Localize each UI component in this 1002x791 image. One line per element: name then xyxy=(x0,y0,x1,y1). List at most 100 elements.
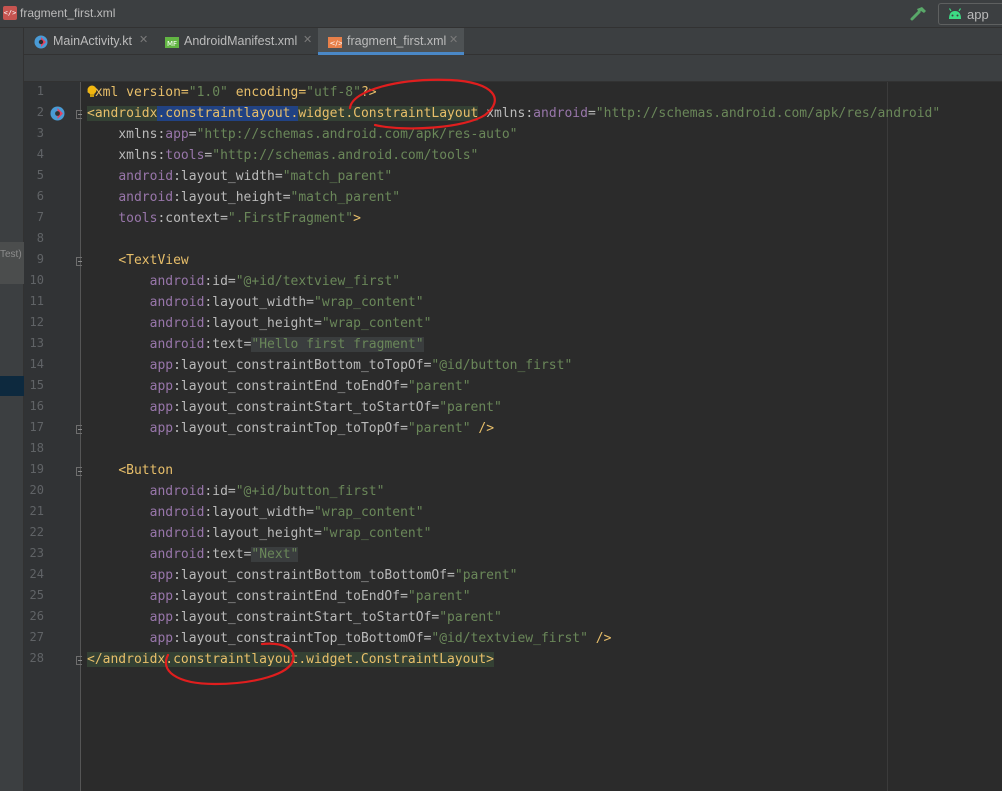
code-token: </androidx.constraintlayout.widget.Const… xyxy=(87,652,494,667)
svg-text:</>: </> xyxy=(330,40,343,48)
code-token: "match_parent" xyxy=(282,169,393,184)
kotlin-gutter-icon[interactable] xyxy=(50,106,65,121)
code-editor[interactable]: <xml version="1.0" encoding="utf-8"?> <a… xyxy=(82,82,1002,791)
code-token: < xyxy=(87,106,95,121)
code-token: > xyxy=(353,211,361,226)
code-token: "1.0" xyxy=(188,85,228,100)
code-token: encoding= xyxy=(227,85,307,100)
code-token: android xyxy=(149,316,205,331)
code-token: :layout_height xyxy=(204,316,314,331)
tab-mainactivity[interactable]: MainActivity.kt ✕ xyxy=(24,28,154,55)
code-token: = xyxy=(274,169,283,184)
code-line-5: android:layout_width="match_parent" xyxy=(87,166,392,187)
code-token: :layout_constraintEnd_toEndOf xyxy=(173,589,401,604)
code-line-12: android:layout_height="wrap_content" xyxy=(87,313,432,334)
code-token: ".FirstFragment" xyxy=(227,211,354,226)
code-token: :layout_height xyxy=(173,190,283,205)
code-token: "parent" xyxy=(407,589,471,604)
code-line-16: app:layout_constraintStart_toStartOf="pa… xyxy=(87,397,502,418)
strip-selected-row[interactable] xyxy=(0,376,24,396)
code-token: = xyxy=(227,274,236,289)
code-token: = xyxy=(220,211,228,226)
line-number: 24 xyxy=(29,567,44,581)
code-token: = xyxy=(188,127,197,142)
code-token: "parent" xyxy=(454,568,518,583)
close-icon[interactable]: ✕ xyxy=(303,33,312,46)
kotlin-file-icon xyxy=(34,35,48,49)
code-token: <TextView xyxy=(118,253,189,268)
code-token: /> xyxy=(587,631,612,646)
code-token: app xyxy=(149,379,174,394)
code-line-27: app:layout_constraintTop_toBottomOf="@id… xyxy=(87,628,612,649)
line-number: 26 xyxy=(29,609,44,623)
code-token: app xyxy=(165,127,189,142)
window-title: fragment_first.xml xyxy=(20,6,116,20)
code-token: <Button xyxy=(118,463,174,478)
code-token: :layout_constraintTop_toBottomOf xyxy=(173,631,424,646)
right-margin-guide xyxy=(887,82,888,791)
line-number: 3 xyxy=(36,126,44,140)
tab-androidmanifest[interactable]: MF AndroidManifest.xml ✕ xyxy=(155,28,317,55)
code-token: :layout_constraintBottom_toTopOf xyxy=(173,358,424,373)
line-number: 5 xyxy=(36,168,44,182)
code-token: tools xyxy=(165,148,205,163)
line-number: 14 xyxy=(29,357,44,371)
line-number: 1 xyxy=(36,84,44,98)
strip-partial-label[interactable]: Test) xyxy=(0,242,24,284)
code-token: = xyxy=(400,379,408,394)
run-configuration-dropdown[interactable]: app xyxy=(938,3,1002,25)
close-icon[interactable]: ✕ xyxy=(449,33,458,46)
code-token: = xyxy=(306,505,314,520)
code-line-2: <androidx.constraintlayout.widget.Constr… xyxy=(87,103,940,124)
code-token: = xyxy=(306,295,314,310)
code-line-17: app:layout_constraintTop_toTopOf="parent… xyxy=(87,418,494,439)
hammer-icon[interactable] xyxy=(909,4,929,24)
code-token: :layout_constraintStart_toStartOf xyxy=(173,610,432,625)
code-token: xmlns: xyxy=(118,127,166,142)
code-token: "parent" xyxy=(407,421,471,436)
line-number: 12 xyxy=(29,315,44,329)
code-token: :layout_width xyxy=(173,169,275,184)
code-token: :layout_height xyxy=(204,526,314,541)
code-token: app xyxy=(149,631,174,646)
code-token: :layout_constraintTop_toTopOf xyxy=(173,421,401,436)
code-token: "wrap_content" xyxy=(314,295,424,310)
tab-label: fragment_first.xml xyxy=(347,34,447,48)
code-line-7: tools:context=".FirstFragment"> xyxy=(87,208,361,229)
code-token: android xyxy=(149,547,205,562)
tab-label: MainActivity.kt xyxy=(53,34,132,48)
code-token: android xyxy=(118,169,174,184)
code-token: "match_parent" xyxy=(290,190,401,205)
code-token: = xyxy=(400,589,408,604)
code-token: . xyxy=(345,106,354,121)
tab-fragment-first[interactable]: </> fragment_first.xml ✕ xyxy=(318,28,464,55)
line-number: 10 xyxy=(29,273,44,287)
code-token: = xyxy=(447,568,455,583)
code-line-21: android:layout_width="wrap_content" xyxy=(87,502,424,523)
code-token: "http://schemas.android.com/apk/res/andr… xyxy=(595,106,941,121)
code-line-22: android:layout_height="wrap_content" xyxy=(87,523,432,544)
code-token: android xyxy=(118,190,174,205)
code-line-15: app:layout_constraintEnd_toEndOf="parent… xyxy=(87,376,471,397)
line-number: 18 xyxy=(29,441,44,455)
code-token: "parent" xyxy=(439,400,502,415)
code-token: widget xyxy=(298,106,346,121)
xml-file-icon: </> xyxy=(3,6,17,20)
line-number: 8 xyxy=(36,231,44,245)
code-token: "http://schemas.android.com/tools" xyxy=(212,148,479,163)
line-number: 9 xyxy=(36,252,44,266)
code-token: :context xyxy=(157,211,221,226)
code-line-28: </androidx.constraintlayout.widget.Const… xyxy=(87,649,494,670)
code-line-1: <xml version="1.0" encoding="utf-8"?> xyxy=(87,82,377,103)
line-number: 13 xyxy=(29,336,44,350)
code-token: "@id/textview_first" xyxy=(431,631,588,646)
code-line-26: app:layout_constraintStart_toStartOf="pa… xyxy=(87,607,502,628)
line-number-gutter[interactable]: 1 2 3 4 5 6 7 8 9 10 11 12 13 14 15 16 1… xyxy=(24,82,85,791)
close-icon[interactable]: ✕ xyxy=(139,33,148,46)
code-token: "http://schemas.android.com/apk/res-auto… xyxy=(196,127,518,142)
code-line-24: app:layout_constraintBottom_toBottomOf="… xyxy=(87,565,518,586)
code-token: :layout_width xyxy=(204,505,307,520)
code-token: app xyxy=(149,400,174,415)
svg-text:MF: MF xyxy=(167,40,177,48)
line-number: 11 xyxy=(29,294,44,308)
